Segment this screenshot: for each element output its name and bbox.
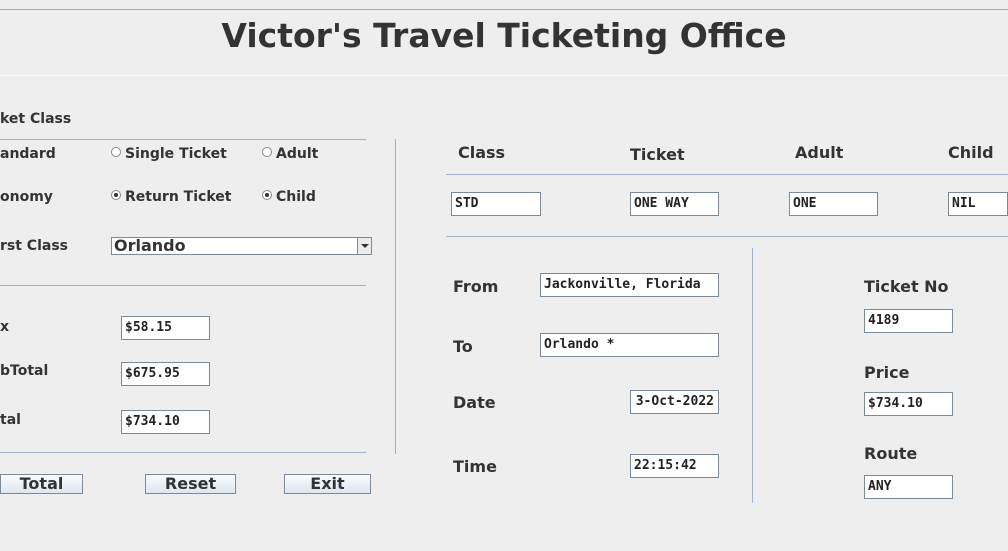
time-field[interactable]: 22:15:42 <box>630 454 719 478</box>
first-class-label[interactable]: rst Class <box>0 238 68 254</box>
return-ticket-label: Return Ticket <box>125 189 232 205</box>
summary-divider <box>446 236 1008 237</box>
chevron-down-icon[interactable] <box>357 238 371 254</box>
ticket-no-label: Ticket No <box>864 277 949 296</box>
adult-label: Adult <box>276 146 319 162</box>
ticket-no-field[interactable]: 4189 <box>864 309 953 333</box>
child-label: Child <box>276 189 316 205</box>
route-label: Route <box>864 444 918 463</box>
totals-divider <box>0 452 366 453</box>
child-radio[interactable]: Child <box>262 189 316 205</box>
class-column-header: Class <box>458 143 506 162</box>
from-field[interactable]: Jackonville, Florida <box>540 273 719 297</box>
tax-label: x <box>0 319 10 335</box>
from-label: From <box>453 277 499 296</box>
title-divider <box>0 75 1008 76</box>
page-title: Victor's Travel Ticketing Office <box>221 16 787 55</box>
single-ticket-label: Single Ticket <box>125 146 227 162</box>
route-field[interactable]: ANY <box>864 475 953 499</box>
time-label: Time <box>453 457 497 476</box>
child-radio-icon[interactable] <box>262 190 272 200</box>
price-label: Price <box>864 363 910 382</box>
class-section-divider <box>0 285 366 286</box>
adult-value-field[interactable]: ONE <box>789 192 878 216</box>
ticket-value-field[interactable]: ONE WAY <box>630 192 719 216</box>
ticket-class-divider <box>0 139 366 140</box>
summary-header-divider <box>446 174 1008 175</box>
exit-button[interactable]: Exit <box>284 474 371 494</box>
destination-selected-value: Orlando <box>114 236 186 255</box>
total-field[interactable]: $734.10 <box>121 410 210 434</box>
adult-radio-icon[interactable] <box>262 147 272 157</box>
ticket-class-heading: ket Class <box>0 111 72 127</box>
child-column-header: Child <box>948 143 994 162</box>
single-ticket-radio[interactable]: Single Ticket <box>111 146 227 162</box>
panel-separator <box>395 139 396 454</box>
adult-column-header: Adult <box>795 143 844 162</box>
to-field[interactable]: Orlando * <box>540 333 719 357</box>
tax-field[interactable]: $58.15 <box>121 316 210 340</box>
date-field[interactable]: 3-Oct-2022 <box>630 390 719 414</box>
class-value-field[interactable]: STD <box>451 192 541 216</box>
economy-class-label[interactable]: onomy <box>0 189 53 205</box>
adult-radio[interactable]: Adult <box>262 146 318 162</box>
ticket-column-header: Ticket <box>630 145 685 164</box>
total-label: tal <box>0 412 21 428</box>
subtotal-label: bTotal <box>0 363 49 379</box>
subtotal-field[interactable]: $675.95 <box>121 362 210 386</box>
date-label: Date <box>453 393 496 412</box>
return-ticket-radio[interactable]: Return Ticket <box>111 189 231 205</box>
standard-class-label[interactable]: andard <box>0 146 56 162</box>
window-top-border <box>0 9 1008 10</box>
single-ticket-radio-icon[interactable] <box>111 147 121 157</box>
price-field[interactable]: $734.10 <box>864 392 953 416</box>
journey-separator <box>752 248 753 503</box>
destination-dropdown[interactable]: Orlando <box>111 237 372 255</box>
reset-button[interactable]: Reset <box>145 474 236 494</box>
to-label: To <box>453 337 473 356</box>
total-button[interactable]: Total <box>0 474 83 494</box>
child-value-field[interactable]: NIL <box>948 192 1008 216</box>
return-ticket-radio-icon[interactable] <box>111 190 121 200</box>
